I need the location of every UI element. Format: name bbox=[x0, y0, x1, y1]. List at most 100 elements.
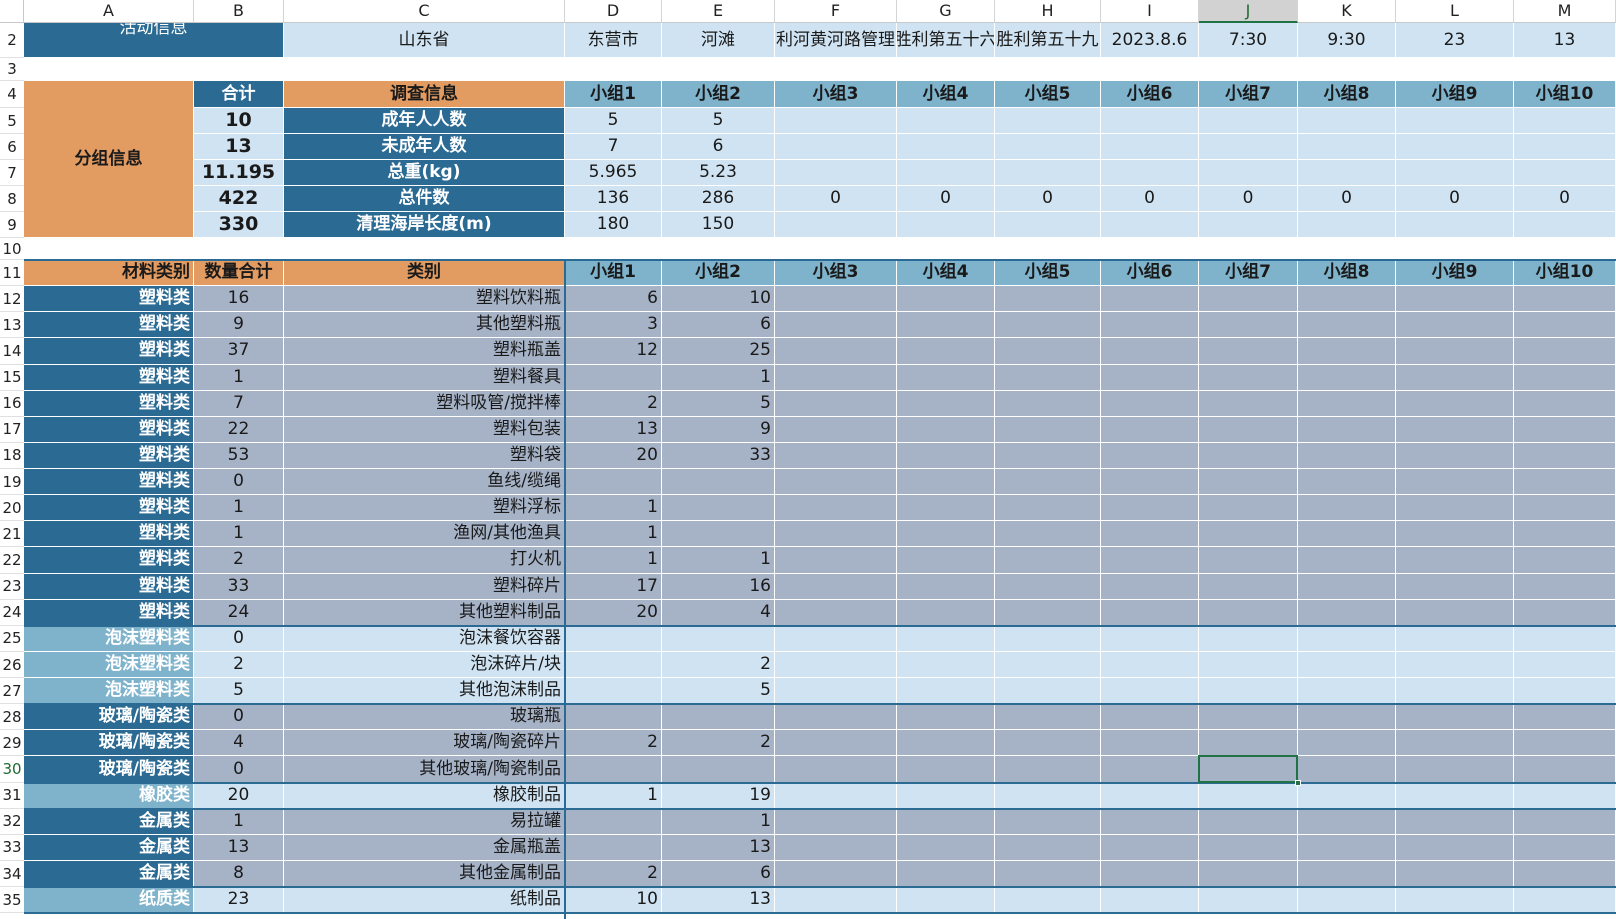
group-count-empty[interactable] bbox=[1199, 704, 1298, 731]
group-count-empty[interactable] bbox=[1199, 808, 1298, 835]
material-category[interactable]: 泡沫塑料类 bbox=[24, 625, 194, 652]
row-header-8[interactable]: 8 bbox=[0, 186, 24, 212]
quantity-total[interactable]: 20 bbox=[194, 782, 284, 809]
group-count-empty[interactable] bbox=[775, 834, 897, 861]
item-category[interactable]: 其他金属制品 bbox=[284, 860, 565, 888]
group-count-empty[interactable] bbox=[995, 860, 1101, 888]
group-header-1[interactable]: 小组1 bbox=[565, 81, 662, 108]
group-count-empty[interactable] bbox=[897, 338, 995, 365]
column-header-f[interactable]: F bbox=[775, 0, 897, 23]
group1-count[interactable]: 13 bbox=[565, 416, 662, 443]
group2-count[interactable] bbox=[662, 495, 775, 522]
group2-count[interactable]: 33 bbox=[662, 442, 775, 470]
group-total[interactable]: 10 bbox=[194, 108, 284, 134]
group-count-empty[interactable] bbox=[1396, 390, 1514, 417]
group-count-empty[interactable] bbox=[1101, 678, 1199, 705]
row-header-9[interactable]: 9 bbox=[0, 212, 24, 238]
empty-cell[interactable] bbox=[775, 238, 897, 260]
group-metric-value[interactable] bbox=[775, 212, 897, 238]
group-count-empty[interactable] bbox=[1298, 286, 1396, 313]
activity-site-type[interactable]: 河滩 bbox=[662, 23, 775, 58]
item-category[interactable]: 打火机 bbox=[284, 547, 565, 574]
group2-count[interactable]: 13 bbox=[662, 887, 775, 914]
group-count-empty[interactable] bbox=[1199, 547, 1298, 574]
group-count-empty[interactable] bbox=[775, 521, 897, 548]
group-metric-value[interactable] bbox=[1199, 108, 1298, 134]
group1-count[interactable]: 3 bbox=[565, 312, 662, 339]
material-category[interactable]: 玻璃/陶瓷类 bbox=[24, 730, 194, 757]
group-count-empty[interactable] bbox=[1396, 625, 1514, 652]
activity-location[interactable]: 利河黄河路管理 bbox=[775, 23, 897, 58]
group-header-10[interactable]: 小组10 bbox=[1514, 81, 1616, 108]
item-category[interactable]: 塑料袋 bbox=[284, 442, 565, 470]
group-count-empty[interactable] bbox=[775, 730, 897, 757]
quantity-total[interactable]: 1 bbox=[194, 495, 284, 522]
column-header-i[interactable]: I bbox=[1101, 0, 1199, 23]
group-metric-value[interactable]: 0 bbox=[1396, 186, 1514, 212]
group-count-empty[interactable] bbox=[1101, 547, 1199, 574]
group-count-empty[interactable] bbox=[1199, 651, 1298, 679]
group-count-empty[interactable] bbox=[1514, 390, 1616, 417]
activity-org1[interactable]: 胜利第五十六 bbox=[897, 23, 995, 58]
group-metric-value[interactable]: 7 bbox=[565, 134, 662, 160]
group-count-empty[interactable] bbox=[775, 469, 897, 496]
quantity-total[interactable]: 53 bbox=[194, 442, 284, 470]
group-metric-value[interactable] bbox=[995, 134, 1101, 160]
group-count-empty[interactable] bbox=[897, 756, 995, 783]
activity-start-time[interactable]: 7:30 bbox=[1199, 23, 1298, 58]
group-count-empty[interactable] bbox=[897, 469, 995, 496]
table-group-header-10[interactable]: 小组10 bbox=[1514, 260, 1616, 287]
item-category[interactable]: 塑料饮料瓶 bbox=[284, 286, 565, 313]
group-count-empty[interactable] bbox=[1101, 860, 1199, 888]
group-count-empty[interactable] bbox=[995, 887, 1101, 914]
group-count-empty[interactable] bbox=[775, 312, 897, 339]
row-header-11[interactable]: 11 bbox=[0, 260, 24, 287]
group2-count[interactable]: 5 bbox=[662, 390, 775, 417]
group-count-empty[interactable] bbox=[775, 573, 897, 600]
group-total[interactable]: 422 bbox=[194, 186, 284, 212]
empty-cell[interactable] bbox=[194, 58, 284, 81]
material-category[interactable]: 塑料类 bbox=[24, 573, 194, 600]
group-count-empty[interactable] bbox=[1101, 364, 1199, 391]
group1-count[interactable] bbox=[565, 808, 662, 835]
empty-cell[interactable] bbox=[662, 58, 775, 81]
group-header-9[interactable]: 小组9 bbox=[1396, 81, 1514, 108]
group-count-empty[interactable] bbox=[995, 678, 1101, 705]
material-category[interactable]: 塑料类 bbox=[24, 495, 194, 522]
column-header-j[interactable]: J bbox=[1199, 0, 1298, 23]
group-count-empty[interactable] bbox=[995, 286, 1101, 313]
group-count-empty[interactable] bbox=[995, 442, 1101, 470]
empty-cell[interactable] bbox=[1199, 238, 1298, 260]
group-count-empty[interactable] bbox=[1199, 469, 1298, 496]
group-count-empty[interactable] bbox=[897, 442, 995, 470]
material-category[interactable]: 玻璃/陶瓷类 bbox=[24, 756, 194, 783]
group2-count[interactable]: 10 bbox=[662, 286, 775, 313]
group-metric-value[interactable]: 0 bbox=[775, 186, 897, 212]
quantity-total[interactable]: 2 bbox=[194, 651, 284, 679]
group-count-empty[interactable] bbox=[1514, 442, 1616, 470]
survey-header[interactable]: 调查信息 bbox=[284, 81, 565, 108]
group-metric-value[interactable] bbox=[1101, 160, 1199, 186]
group-count-empty[interactable] bbox=[1396, 834, 1514, 861]
group-count-empty[interactable] bbox=[995, 651, 1101, 679]
row-header-6[interactable]: 6 bbox=[0, 134, 24, 160]
empty-cell[interactable] bbox=[1514, 58, 1616, 81]
group-count-empty[interactable] bbox=[897, 364, 995, 391]
group-count-empty[interactable] bbox=[1199, 730, 1298, 757]
group-count-empty[interactable] bbox=[1396, 495, 1514, 522]
group1-count[interactable]: 2 bbox=[565, 390, 662, 417]
empty-cell[interactable] bbox=[897, 238, 995, 260]
group-count-empty[interactable] bbox=[1514, 416, 1616, 443]
quantity-total[interactable]: 23 bbox=[194, 887, 284, 914]
group-count-empty[interactable] bbox=[1199, 495, 1298, 522]
group1-count[interactable]: 1 bbox=[565, 547, 662, 574]
column-header-m[interactable]: M bbox=[1514, 0, 1616, 23]
group-count-empty[interactable] bbox=[775, 442, 897, 470]
group-count-empty[interactable] bbox=[897, 573, 995, 600]
item-category[interactable]: 鱼线/缆绳 bbox=[284, 469, 565, 496]
group-count-empty[interactable] bbox=[1514, 678, 1616, 705]
group-count-empty[interactable] bbox=[775, 286, 897, 313]
group-metric-value[interactable]: 0 bbox=[1199, 186, 1298, 212]
group1-count[interactable]: 2 bbox=[565, 860, 662, 888]
select-all-corner[interactable] bbox=[0, 0, 24, 23]
